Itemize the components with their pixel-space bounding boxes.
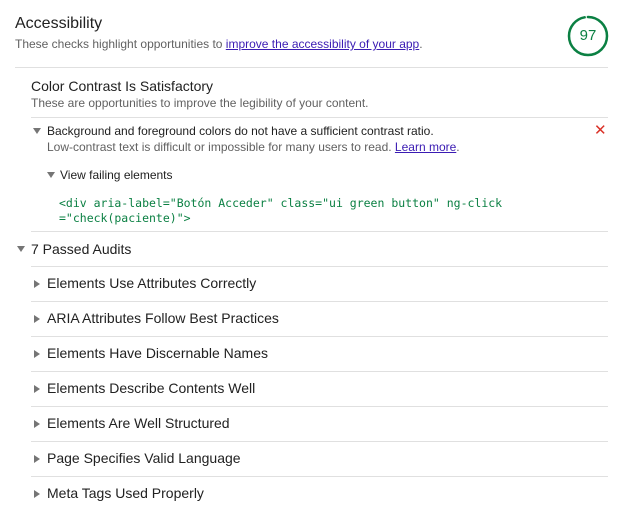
accessibility-docs-link[interactable]: improve the accessibility of your app [226,37,419,51]
category-description-text: These checks highlight opportunities to [15,37,226,51]
passed-audit-label: Elements Use Attributes Correctly [47,275,257,291]
passed-audit-row[interactable]: Meta Tags Used Properly [31,476,608,511]
passed-audit-row[interactable]: Elements Use Attributes Correctly [31,266,608,301]
passed-audit-label: ARIA Attributes Follow Best Practices [47,310,279,326]
audit-divider [31,231,608,232]
passed-audits-toggle[interactable]: 7 Passed Audits [31,241,131,258]
passed-audit-label: Elements Describe Contents Well [47,380,256,396]
audit-help: Low-contrast text is difficult or imposs… [47,140,460,154]
header-divider [15,67,608,68]
learn-more-link[interactable]: Learn more [395,140,456,154]
expand-arrow-icon [34,420,40,428]
passed-audit-row[interactable]: Elements Have Discernable Names [31,336,608,371]
passed-audit-row[interactable]: Elements Are Well Structured [31,406,608,441]
passed-audit-label: Page Specifies Valid Language [47,450,241,466]
audit-help-text: Low-contrast text is difficult or imposs… [47,140,395,154]
category-description-suffix: . [419,37,423,51]
group-description: These are opportunities to improve the l… [31,96,369,110]
audit-title[interactable]: Background and foreground colors do not … [47,124,434,138]
category-title: Accessibility [15,15,103,32]
expand-arrow-icon [34,490,40,498]
score-value: 97 [579,27,597,44]
passed-audit-row[interactable]: Page Specifies Valid Language [31,441,608,476]
fail-x-icon: ✕ [594,122,607,139]
view-failing-elements-toggle[interactable]: View failing elements [60,168,173,182]
failing-element-snippet: <div aria-label="Botón Acceder" class="u… [59,196,503,225]
score-gauge: 97 [567,15,609,57]
expand-arrow-icon [34,350,40,358]
passed-audit-row[interactable]: Elements Describe Contents Well [31,371,608,406]
audit-expand-icon[interactable] [33,128,41,134]
passed-audit-label: Elements Are Well Structured [47,415,230,431]
group-title: Color Contrast Is Satisfactory [31,78,214,94]
passed-audit-label: Meta Tags Used Properly [47,485,204,501]
view-failing-expand-icon[interactable] [47,172,55,178]
passed-audit-row[interactable]: ARIA Attributes Follow Best Practices [31,301,608,336]
passed-expand-icon[interactable] [17,246,25,252]
expand-arrow-icon [34,385,40,393]
expand-arrow-icon [34,315,40,323]
category-description: These checks highlight opportunities to … [15,37,423,51]
expand-arrow-icon [34,455,40,463]
color-contrast-group: Color Contrast Is Satisfactory These are… [31,77,369,110]
passed-audit-label: Elements Have Discernable Names [47,345,268,361]
expand-arrow-icon [34,280,40,288]
group-divider [31,117,608,118]
contrast-audit: Background and foreground colors do not … [31,122,608,230]
audit-help-suffix: . [456,140,460,154]
category-header: Accessibility These checks highlight opp… [15,14,609,66]
